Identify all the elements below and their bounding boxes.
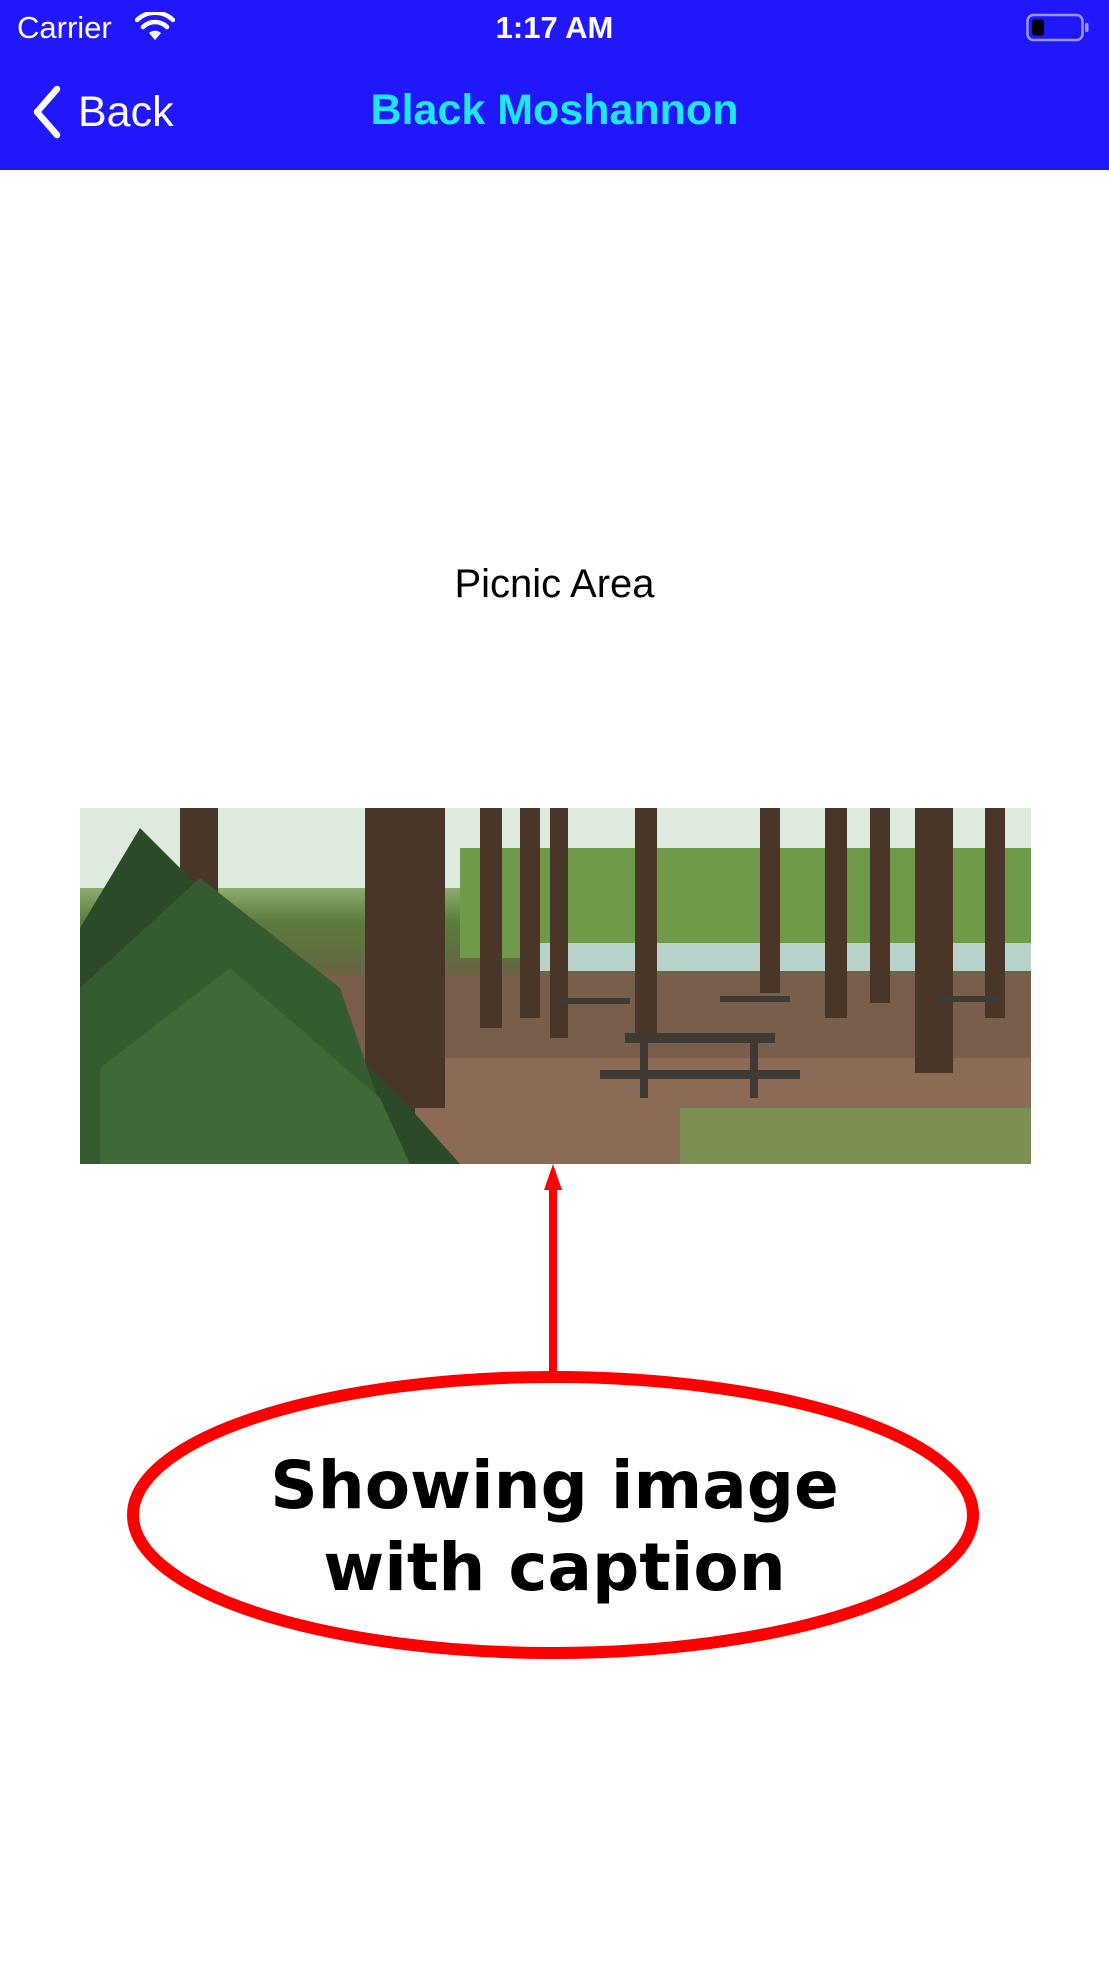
annotation-line-2: with caption xyxy=(323,1529,786,1606)
annotation-callout: Showing image with caption xyxy=(0,1160,1109,1680)
page-title: Black Moshannon xyxy=(370,86,739,134)
photo-illustration xyxy=(80,808,1031,1164)
battery-icon xyxy=(1026,13,1089,42)
navigation-header: Carrier 1:17 AM Back Black Moshannon xyxy=(0,0,1109,170)
image-caption: Picnic Area xyxy=(454,562,655,606)
picnic-area-photo xyxy=(80,808,1031,1164)
annotation-line-1: Showing image xyxy=(270,1447,839,1524)
status-time: 1:17 AM xyxy=(495,10,614,45)
arrow-head-icon xyxy=(544,1164,562,1190)
status-bar: Carrier 1:17 AM xyxy=(0,0,1109,56)
nav-bar: Back Black Moshannon xyxy=(0,56,1109,170)
arrow-shaft xyxy=(549,1188,557,1380)
annotation-text: Showing image with caption xyxy=(0,1445,1109,1609)
